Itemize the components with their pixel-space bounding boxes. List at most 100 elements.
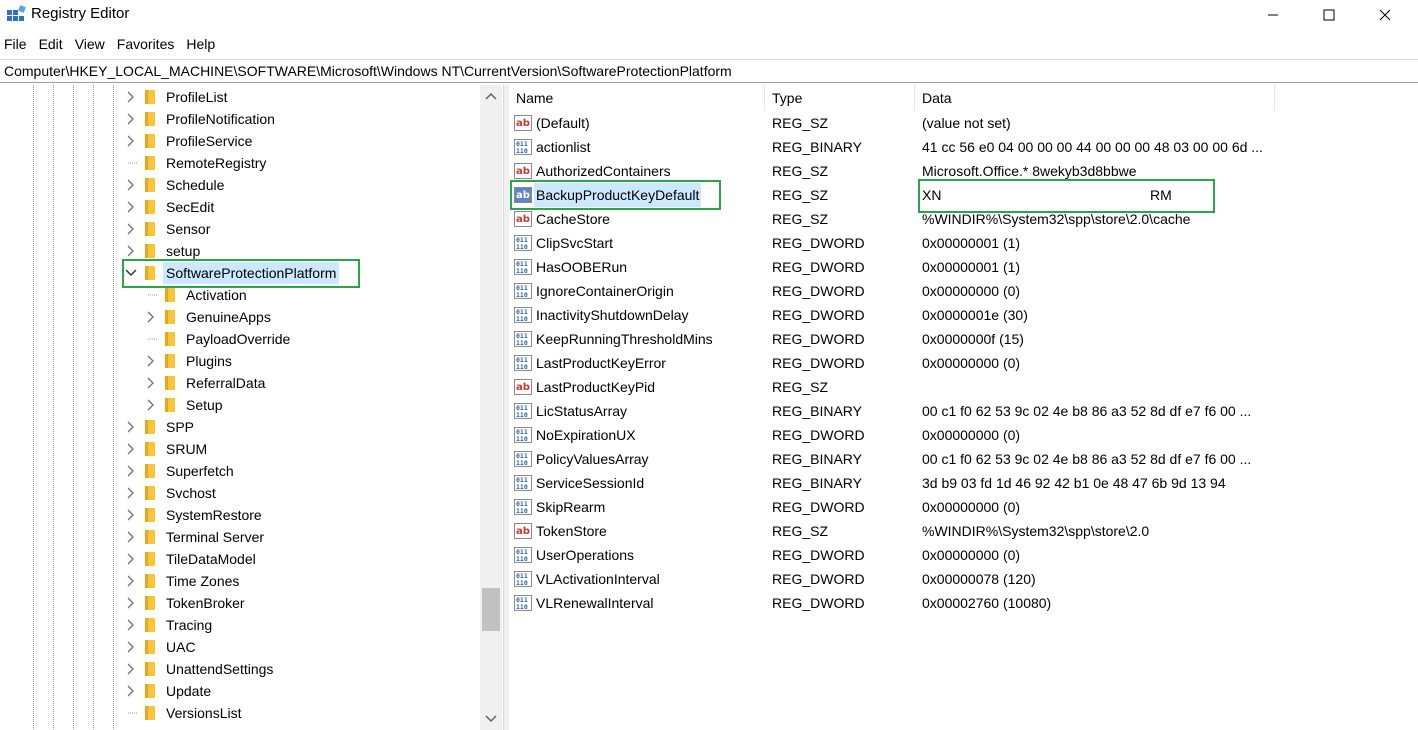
value-row[interactable]: 011 110 IgnoreContainerOrigin REG_DWORD 0x00… [509, 279, 1418, 303]
chevron-right-icon[interactable] [124, 662, 138, 676]
tree-item[interactable]: TileDataModel [124, 548, 256, 570]
chevron-right-icon[interactable] [124, 112, 138, 126]
chevron-right-icon[interactable] [124, 442, 138, 456]
tree-item[interactable]: SecEdit [124, 196, 214, 218]
svg-text:110: 110 [516, 459, 528, 467]
tree-item[interactable]: VersionsList [124, 702, 241, 724]
value-row[interactable]: 011 110 InactivityShutdownDelay REG_DWORD 0x… [509, 303, 1418, 327]
tree-item[interactable]: PayloadOverride [144, 328, 290, 350]
tree-item[interactable]: Tracing [124, 614, 212, 636]
value-data: 0x00000000 (0) [922, 547, 1021, 563]
tree-item[interactable]: SPP [124, 416, 194, 438]
value-row[interactable]: 011 110 NoExpirationUX REG_DWORD 0x00000000 … [509, 423, 1418, 447]
chevron-right-icon[interactable] [124, 420, 138, 434]
scroll-thumb[interactable] [482, 588, 500, 631]
chevron-right-icon[interactable] [124, 244, 138, 258]
value-row[interactable]: 011 110 LastProductKeyError REG_DWORD 0x0000… [509, 351, 1418, 375]
close-icon [1379, 9, 1391, 21]
tree-item[interactable]: TokenBroker [124, 592, 245, 614]
value-row[interactable]: 011 110 VLRenewalInterval REG_DWORD 0x000027… [509, 591, 1418, 615]
value-row[interactable]: 011 110 PolicyValuesArray REG_BINARY 00 c1 f… [509, 447, 1418, 471]
chevron-right-icon[interactable] [124, 640, 138, 654]
chevron-right-icon[interactable] [124, 618, 138, 632]
value-data: 0x00000000 (0) [922, 283, 1021, 299]
close-button[interactable] [1362, 0, 1408, 30]
value-row[interactable]: ab TokenStore REG_SZ %WINDIR%\System32\spp\… [509, 519, 1418, 543]
menu-view[interactable]: View [71, 33, 111, 55]
chevron-right-icon[interactable] [144, 310, 158, 324]
tree-item[interactable]: Update [124, 680, 211, 702]
chevron-right-icon[interactable] [124, 178, 138, 192]
tree-item[interactable]: SystemRestore [124, 504, 262, 526]
column-header-name[interactable]: Name [509, 85, 765, 111]
chevron-right-icon[interactable] [124, 222, 138, 236]
binary-value-icon: 011110 [514, 235, 532, 251]
folder-icon [144, 441, 158, 457]
value-row[interactable]: 011 110 SkipRearm REG_DWORD 0x00000000 (0) [509, 495, 1418, 519]
chevron-right-icon[interactable] [124, 486, 138, 500]
tree-item[interactable]: Time Zones [124, 570, 239, 592]
value-row[interactable]: 011 110 VLActivationInterval REG_DWORD 0x000… [509, 567, 1418, 591]
scroll-up-arrow[interactable] [484, 89, 498, 103]
tree-item[interactable]: ProfileList [124, 86, 227, 108]
tree-item[interactable]: RemoteRegistry [124, 152, 266, 174]
menu-favorites[interactable]: Favorites [113, 33, 181, 55]
value-data: 0x00000000 (0) [922, 355, 1021, 371]
svg-text:ab: ab [516, 118, 530, 129]
tree-item-label: Schedule [166, 177, 225, 193]
column-header-data[interactable]: Data [915, 85, 1275, 111]
tree-connector [144, 332, 158, 346]
chevron-right-icon[interactable] [124, 684, 138, 698]
tree-item[interactable]: Superfetch [124, 460, 234, 482]
value-row[interactable]: ab LastProductKeyPid REG_SZ [509, 375, 1418, 399]
value-row[interactable]: 011 110 HasOOBERun REG_DWORD 0x00000001 (1) [509, 255, 1418, 279]
tree-item[interactable]: UnattendSettings [124, 658, 273, 680]
chevron-right-icon[interactable] [144, 376, 158, 390]
scroll-down-arrow[interactable] [484, 712, 498, 726]
tree-item-label: Tracing [166, 617, 213, 633]
value-data: 3d b9 03 fd 1d 46 92 42 b1 0e 48 47 6b 9… [922, 475, 1226, 491]
chevron-right-icon[interactable] [124, 552, 138, 566]
tree-item[interactable]: Schedule [124, 174, 224, 196]
value-type: REG_SZ [772, 379, 829, 395]
tree-item[interactable]: UAC [124, 636, 196, 658]
tree-item[interactable]: SRUM [124, 438, 207, 460]
menu-file[interactable]: File [0, 33, 33, 55]
tree-item[interactable]: Svchost [124, 482, 216, 504]
chevron-right-icon[interactable] [144, 354, 158, 368]
value-row[interactable]: 011 110 UserOperations REG_DWORD 0x00000000 … [509, 543, 1418, 567]
column-header-type[interactable]: Type [765, 85, 915, 111]
tree-scrollbar[interactable] [480, 85, 502, 730]
chevron-right-icon[interactable] [124, 464, 138, 478]
tree-item[interactable]: ProfileService [124, 130, 252, 152]
value-data: 0x00000078 (120) [922, 571, 1036, 587]
chevron-right-icon[interactable] [124, 134, 138, 148]
tree-item[interactable]: Terminal Server [124, 526, 264, 548]
tree-item[interactable]: Setup [144, 394, 223, 416]
menu-edit[interactable]: Edit [35, 33, 69, 55]
chevron-right-icon[interactable] [124, 574, 138, 588]
address-bar[interactable]: Computer\HKEY_LOCAL_MACHINE\SOFTWARE\Mic… [0, 59, 1418, 83]
minimize-button[interactable] [1250, 0, 1296, 30]
tree-item[interactable]: Plugins [144, 350, 232, 372]
value-row[interactable]: 011 110 ServiceSessionId REG_BINARY 3d b9 03… [509, 471, 1418, 495]
value-row[interactable]: 011 110 KeepRunningThresholdMins REG_DWORD 0… [509, 327, 1418, 351]
maximize-button[interactable] [1306, 0, 1352, 30]
key-tree[interactable]: ProfileList ProfileNotification ProfileSer… [0, 85, 480, 730]
chevron-right-icon[interactable] [124, 200, 138, 214]
tree-item-label: ProfileList [166, 89, 228, 105]
chevron-right-icon[interactable] [124, 530, 138, 544]
value-row[interactable]: 011 110 LicStatusArray REG_BINARY 00 c1 f0 6… [509, 399, 1418, 423]
chevron-right-icon[interactable] [124, 90, 138, 104]
menu-help[interactable]: Help [182, 33, 221, 55]
chevron-right-icon[interactable] [144, 398, 158, 412]
value-row[interactable]: ab (Default) REG_SZ (value not set) [509, 111, 1418, 135]
tree-item[interactable]: ProfileNotification [124, 108, 275, 130]
value-row[interactable]: 011 110 actionlist REG_BINARY 41 cc 56 e0 04… [509, 135, 1418, 159]
tree-item[interactable]: ReferralData [144, 372, 265, 394]
value-row[interactable]: 011 110 ClipSvcStart REG_DWORD 0x00000001 (1… [509, 231, 1418, 255]
chevron-right-icon[interactable] [124, 596, 138, 610]
tree-item[interactable]: Sensor [124, 218, 210, 240]
chevron-right-icon[interactable] [124, 508, 138, 522]
tree-item[interactable]: GenuineApps [144, 306, 271, 328]
